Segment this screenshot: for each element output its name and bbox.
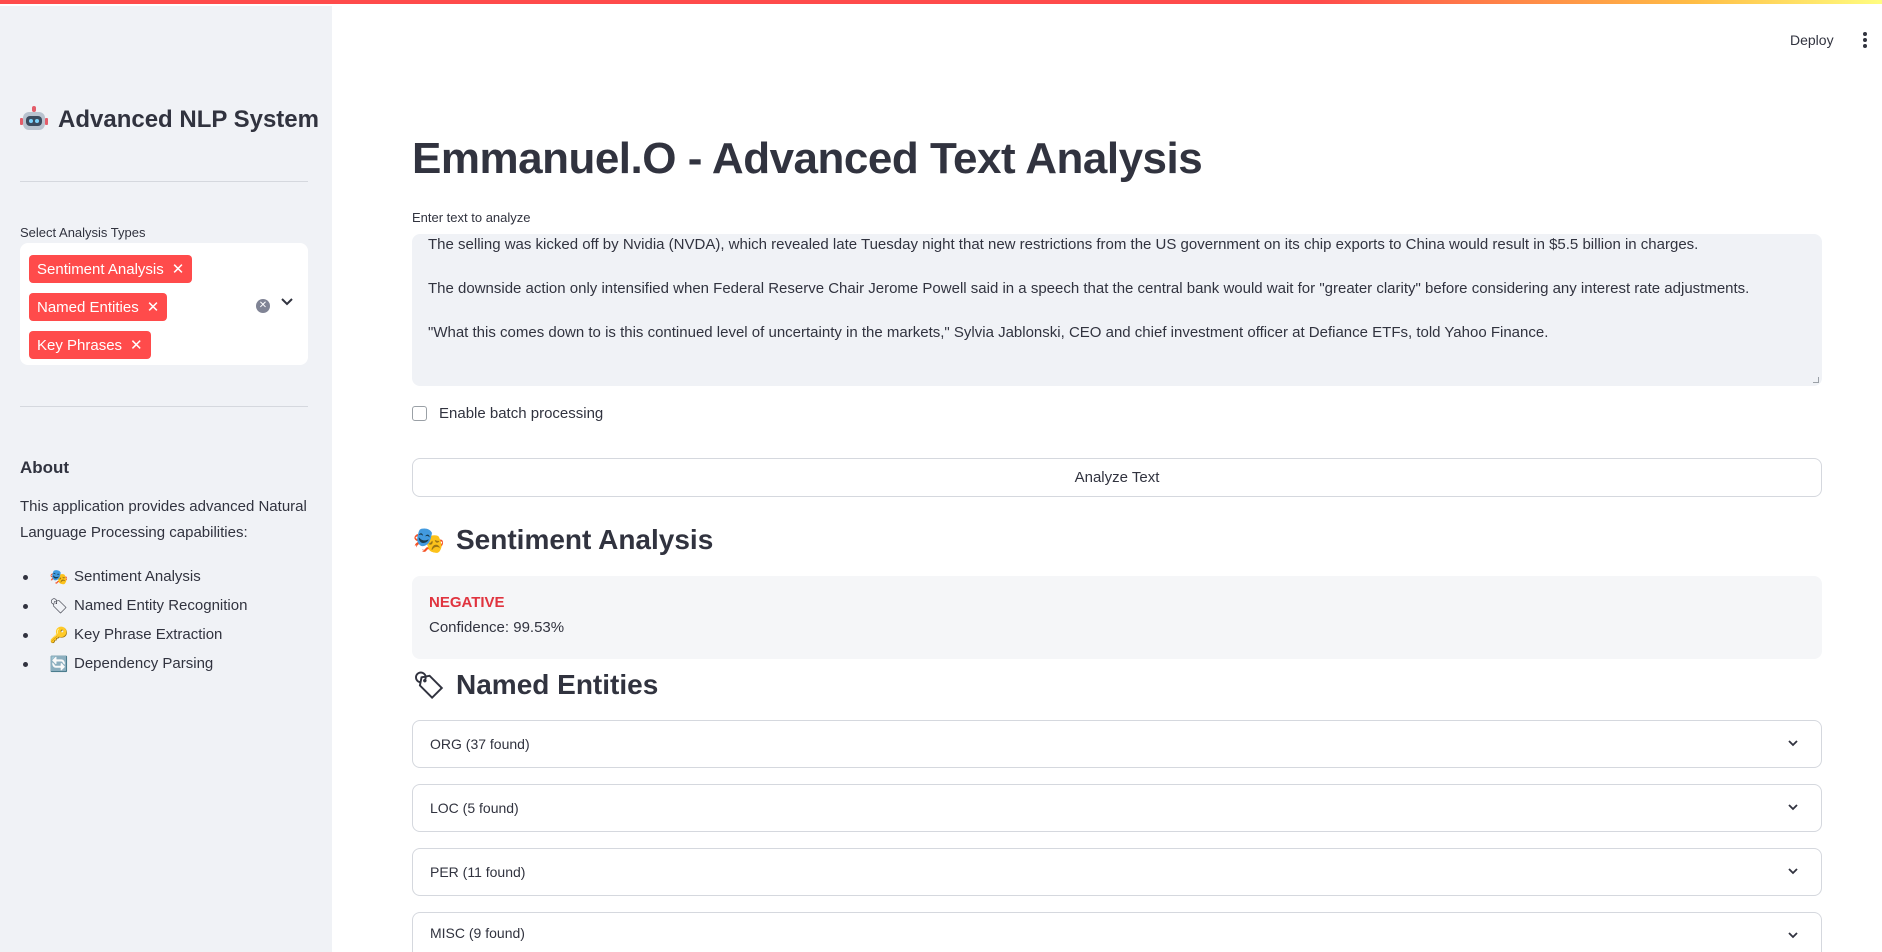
- expander-label: ORG (37 found): [430, 736, 530, 752]
- list-item: 🎭 Sentiment Analysis: [20, 562, 247, 591]
- entity-expander-org[interactable]: ORG (37 found): [412, 720, 1822, 768]
- tag-sentiment-analysis[interactable]: Sentiment Analysis ✕: [29, 255, 193, 283]
- analysis-types-label: Select Analysis Types: [20, 225, 146, 240]
- analysis-types-multiselect[interactable]: Sentiment Analysis ✕ Named Entities ✕ Ke…: [20, 243, 308, 365]
- textarea-line: The downside action only intensified whe…: [428, 280, 1750, 297]
- batch-label: Enable batch processing: [439, 405, 604, 422]
- tag-named-entities[interactable]: Named Entities ✕: [29, 293, 168, 321]
- batch-checkbox[interactable]: [412, 406, 427, 421]
- tag-label: Named Entities: [37, 298, 139, 316]
- sentiment-heading: 🎭 Sentiment Analysis: [412, 524, 714, 556]
- entity-expander-loc[interactable]: LOC (5 found): [412, 784, 1822, 832]
- label-tag-icon: 🏷: [49, 597, 69, 615]
- chevron-down-icon: [1788, 740, 1798, 747]
- named-entities-heading-text: Named Entities: [456, 669, 659, 700]
- feature-label: Key Phrase Extraction: [74, 626, 223, 643]
- tag-label: Key Phrases: [37, 336, 123, 354]
- list-item: 🔄 Dependency Parsing: [20, 649, 247, 678]
- main-menu-icon[interactable]: [1862, 32, 1868, 50]
- textarea-line: "What this comes down to is this continu…: [428, 324, 1549, 341]
- expander-label: PER (11 found): [430, 864, 526, 880]
- sidebar-divider: [20, 406, 308, 407]
- textarea-line: The selling was kicked off by Nvidia (NV…: [428, 236, 1699, 253]
- about-text: This application provides advanced Natur…: [20, 498, 307, 541]
- sentiment-heading-text: Sentiment Analysis: [456, 524, 714, 555]
- page-title: Emmanuel.O - Advanced Text Analysis: [412, 134, 1203, 183]
- named-entities-heading: 🏷 Named Entities: [412, 669, 659, 701]
- sidebar: Advanced NLP System Select Analysis Type…: [0, 6, 332, 952]
- resize-handle-icon[interactable]: [1813, 377, 1819, 383]
- theater-masks-icon: 🎭: [49, 568, 69, 586]
- deploy-button[interactable]: Deploy: [1790, 32, 1834, 48]
- repeat-icon: 🔄: [49, 655, 69, 673]
- chevron-down-icon[interactable]: [280, 295, 294, 309]
- label-tag-icon: 🏷: [412, 669, 446, 700]
- remove-tag-icon[interactable]: ✕: [130, 336, 143, 354]
- sidebar-divider: [20, 181, 308, 182]
- about-heading: About: [20, 458, 70, 477]
- clear-all-icon[interactable]: ✕: [256, 299, 270, 313]
- expander-label: LOC (5 found): [430, 800, 519, 816]
- chevron-down-icon: [1788, 868, 1798, 875]
- text-input-area[interactable]: The selling was kicked off by Nvidia (NV…: [412, 234, 1822, 386]
- key-icon: 🔑: [49, 626, 69, 644]
- chevron-down-icon: [1788, 932, 1798, 939]
- sentiment-confidence: Confidence: 99.53%: [429, 619, 565, 636]
- chevron-down-icon: [1788, 804, 1798, 811]
- entity-expander-per[interactable]: PER (11 found): [412, 848, 1822, 896]
- analyze-text-button[interactable]: Analyze Text: [412, 458, 1822, 497]
- feature-list: 🎭 Sentiment Analysis 🏷 Named Entity Reco…: [20, 562, 247, 678]
- sidebar-title-text: Advanced NLP System: [58, 106, 319, 133]
- feature-label: Named Entity Recognition: [74, 597, 248, 614]
- remove-tag-icon[interactable]: ✕: [147, 298, 160, 316]
- feature-label: Sentiment Analysis: [74, 568, 201, 585]
- batch-processing-toggle[interactable]: Enable batch processing: [412, 405, 603, 422]
- list-item: 🔑 Key Phrase Extraction: [20, 620, 247, 649]
- sentiment-result-card: NEGATIVE Confidence: 99.53%: [412, 576, 1822, 659]
- feature-label: Dependency Parsing: [74, 655, 214, 672]
- expander-label: MISC (9 found): [430, 924, 525, 941]
- robot-icon: [20, 106, 48, 134]
- sentiment-label: NEGATIVE: [429, 594, 505, 611]
- tag-key-phrases[interactable]: Key Phrases ✕: [29, 331, 151, 359]
- tag-label: Sentiment Analysis: [37, 260, 164, 278]
- sidebar-title: Advanced NLP System: [20, 106, 319, 134]
- remove-tag-icon[interactable]: ✕: [172, 260, 185, 278]
- entity-expander-misc[interactable]: MISC (9 found): [412, 912, 1822, 952]
- theater-masks-icon: 🎭: [412, 524, 446, 555]
- list-item: 🏷 Named Entity Recognition: [20, 591, 247, 620]
- textarea-label: Enter text to analyze: [412, 210, 531, 225]
